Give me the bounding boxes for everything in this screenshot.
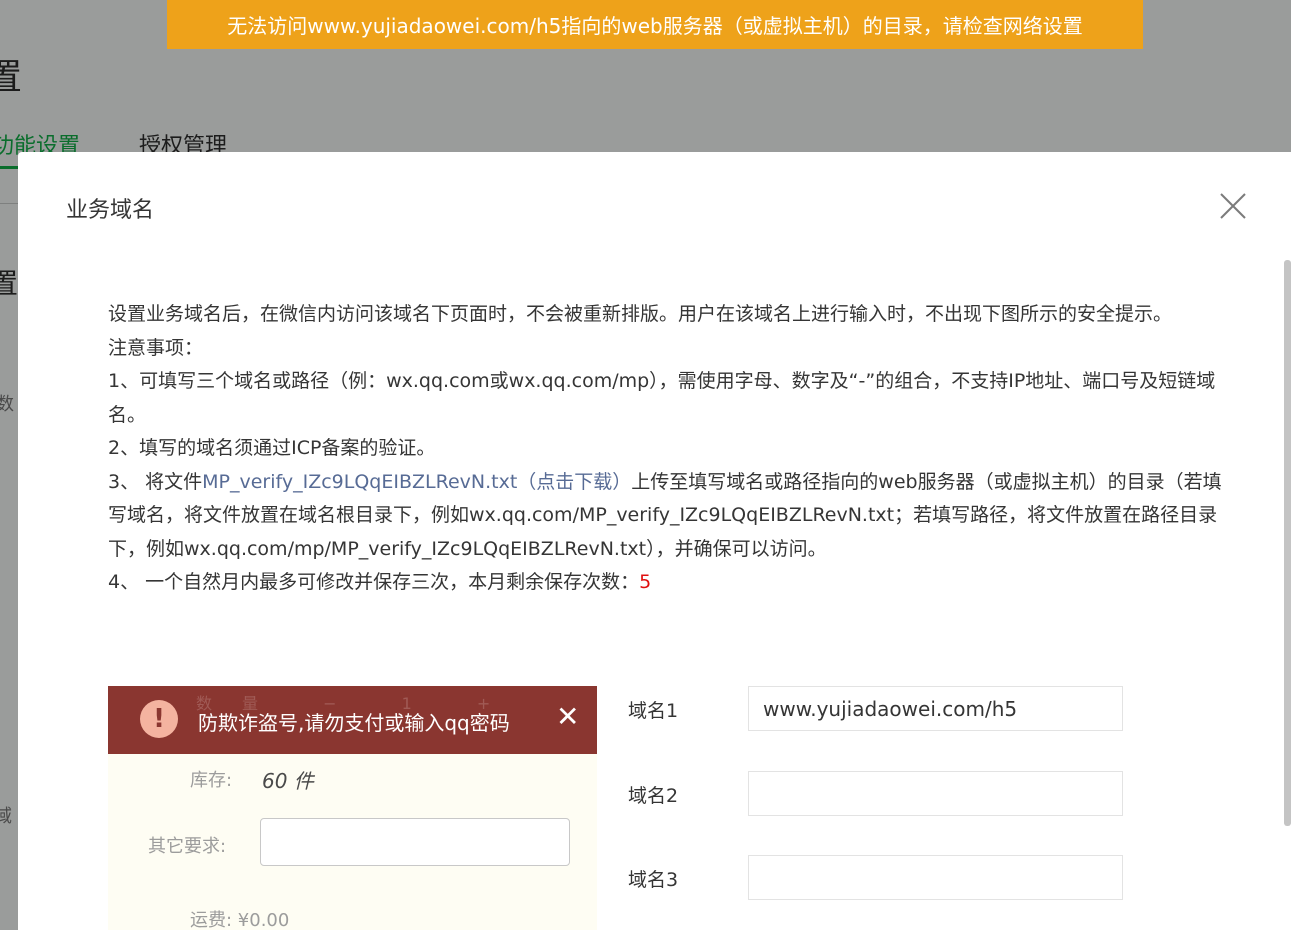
domain-1-label: 域名1: [628, 700, 679, 722]
download-verify-file-link[interactable]: MP_verify_IZc9LQqEIBZLRevN.txt（点击下载）: [202, 471, 631, 493]
domain-1-input[interactable]: [748, 686, 1123, 731]
dialog-scrollbar[interactable]: [1284, 260, 1291, 826]
notice-item-2: 2、填写的域名须通过ICP备案的验证。: [108, 437, 436, 459]
notice-item-4: 4、 一个自然月内最多可修改并保存三次，本月剩余保存次数：5: [108, 566, 1228, 600]
stock-label: 库存:: [190, 770, 233, 791]
notice-item-1: 1、可填写三个域名或路径（例：wx.qq.com或wx.qq.com/mp），需…: [108, 370, 1216, 426]
business-domain-dialog: 业务域名 设置业务域名后，在微信内访问该域名下页面时，不会被重新排版。用户在该域…: [18, 152, 1291, 930]
remaining-save-count: 5: [639, 571, 652, 593]
section-text-fragment: 数: [0, 394, 14, 415]
notice-item-3-prefix: 3、 将文件: [108, 470, 203, 493]
alert-icon: !: [140, 700, 178, 738]
notice-item-4-text: 4、 一个自然月内最多可修改并保存三次，本月剩余保存次数：: [108, 571, 640, 593]
notice-heading: 注意事项：: [108, 336, 204, 359]
page-title-fragment: 置: [0, 57, 23, 98]
domain-3-label: 域名3: [628, 869, 679, 891]
security-warning-example-image: 数量 − 1 + ! 防欺诈盗号,请勿支付或输入qq密码 ✕ 库存: 60 件 …: [108, 686, 597, 930]
domain-2-label: 域名2: [628, 785, 679, 807]
close-icon: ✕: [556, 700, 580, 733]
notice-item-3: 3、 将文件MP_verify_IZc9LQqEIBZLRevN.txt（点击下…: [108, 466, 1228, 567]
error-toast: 无法访问www.yujiadaowei.com/h5指向的web服务器（或虚拟主…: [167, 0, 1143, 49]
description: 设置业务域名后，在微信内访问该域名下页面时，不会被重新排版。用户在该域名上进行输…: [108, 298, 1228, 600]
dialog-title: 业务域名: [66, 198, 155, 223]
active-tab-underline: [0, 166, 18, 169]
other-requirements-input: [260, 818, 570, 866]
stock-value: 60 件: [262, 769, 314, 793]
section-heading-fragment: 置: [0, 267, 19, 300]
domain-2-input[interactable]: [748, 771, 1123, 816]
intro-text: 设置业务域名后，在微信内访问该域名下页面时，不会被重新排版。用户在该域名上进行输…: [108, 303, 1173, 325]
divider: [0, 203, 20, 204]
warning-text: 防欺诈盗号,请勿支付或输入qq密码: [198, 711, 510, 735]
other-requirements-label: 其它要求:: [148, 836, 227, 857]
close-button[interactable]: [1218, 191, 1248, 221]
close-icon: [1220, 193, 1246, 219]
domain-3-input[interactable]: [748, 855, 1123, 900]
shipping-fee: 运费: ¥0.00: [190, 910, 290, 930]
section-text-fragment: 域: [0, 806, 12, 827]
